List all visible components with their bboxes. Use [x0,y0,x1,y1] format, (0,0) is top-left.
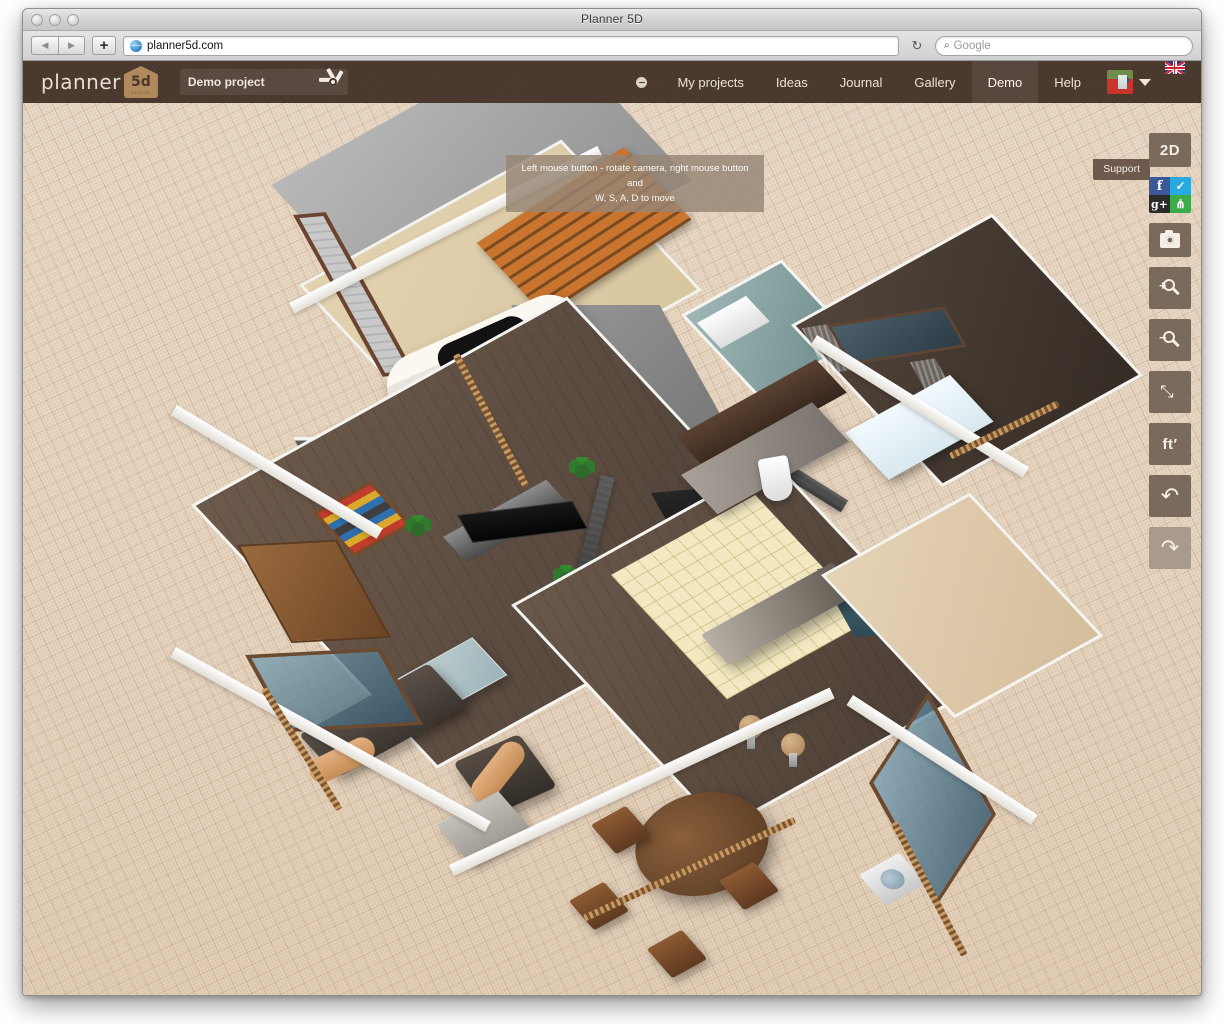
forward-button[interactable]: ▶ [58,36,85,55]
nav-item-ideas[interactable]: Ideas [760,61,824,103]
units-button[interactable]: ft′ [1149,423,1191,465]
twitter-icon[interactable]: ✓ [1170,177,1191,195]
logo-badge-text: 5d [131,74,151,90]
hint-line-2: W, S, A, D to move [514,191,756,206]
screenshot-button[interactable] [1149,223,1191,257]
nav-item-help[interactable]: Help [1038,61,1097,103]
viewport-toolbar: 2D f ✓ g+ ⋔ + [1149,133,1191,569]
redo-icon: ↷ [1161,537,1179,559]
units-label: ft′ [1162,436,1177,453]
home-dot-icon [636,77,647,88]
googleplus-icon[interactable]: g+ [1149,195,1170,213]
facebook-icon[interactable]: f [1149,177,1170,195]
user-account-menu[interactable] [1097,61,1157,103]
project-name-text: Demo project [188,75,265,89]
camera-icon [1160,233,1180,248]
globe-icon [130,40,142,52]
nav-item-gallery[interactable]: Gallery [898,61,971,103]
browser-search-input[interactable]: ⌕ Google [935,36,1193,56]
browser-window: Planner 5D ◀ ▶ + planner5d.com ↻ ⌕ Googl… [22,8,1202,996]
planner5d-logo[interactable]: planner 5d DESIGN [41,66,158,98]
gear-core [329,78,337,86]
nav-item-journal[interactable]: Journal [824,61,899,103]
fullscreen-icon: ⤡ [1160,382,1180,402]
view-2d-button[interactable]: 2D [1149,133,1191,167]
dining-chair[interactable] [647,930,707,979]
undo-icon: ↶ [1161,485,1179,507]
zoom-out-button[interactable]: − [1149,319,1191,361]
nav-button-group: ◀ ▶ [31,36,85,55]
minus-sign: − [1159,332,1167,344]
back-button[interactable]: ◀ [31,36,58,55]
logo-house-badge: 5d DESIGN [124,66,158,98]
new-tab-button[interactable]: + [92,36,116,55]
app-header: planner 5d DESIGN Demo project [23,61,1201,103]
plant-icon[interactable] [405,515,431,541]
zoom-in-button[interactable]: + [1149,267,1191,309]
logo-wordmark: planner [41,70,121,94]
social-share-group[interactable]: f ✓ g+ ⋔ [1149,177,1191,213]
main-navigation: My projects Ideas Journal Gallery Demo H… [622,61,1201,103]
magnifier-handle [1172,340,1180,348]
floorplan-model [181,175,1061,996]
avatar [1107,70,1133,94]
bar-stool[interactable] [781,733,805,757]
logo-badge-subtext: DESIGN [131,91,150,95]
plus-sign: + [1159,280,1167,292]
browser-titlebar: Planner 5D [23,9,1201,31]
browser-toolbar: ◀ ▶ + planner5d.com ↻ ⌕ Google [23,31,1201,61]
gear-icon[interactable] [326,75,340,89]
flag-stripe [1174,61,1176,74]
undo-button[interactable]: ↶ [1149,475,1191,517]
chevron-down-icon [1139,79,1151,86]
nav-item-home[interactable] [622,61,661,103]
project-name-field[interactable]: Demo project [180,69,348,95]
magnifier-handle [1172,288,1180,296]
nav-item-my-projects[interactable]: My projects [661,61,759,103]
plant-icon[interactable] [569,457,595,483]
search-placeholder: Google [954,40,991,52]
share-icon[interactable]: ⋔ [1170,195,1191,213]
camera-controls-hint: Left mouse button - rotate camera, right… [506,155,764,212]
search-icon: ⌕ [944,40,950,51]
redo-button[interactable]: ↷ [1149,527,1191,569]
nav-item-demo[interactable]: Demo [972,61,1039,103]
dining-chair[interactable] [569,882,629,931]
support-tab[interactable]: Support [1093,159,1150,180]
view-2d-label: 2D [1160,142,1180,159]
fullscreen-button[interactable]: ⤡ [1149,371,1191,413]
reload-icon[interactable]: ↻ [906,36,928,56]
address-bar[interactable]: planner5d.com [123,36,899,56]
url-text: planner5d.com [147,40,223,52]
zoom-out-icon: − [1160,330,1180,350]
hint-line-1: Left mouse button - rotate camera, right… [514,161,756,191]
3d-viewport-canvas[interactable] [23,103,1201,996]
planner5d-app: planner 5d DESIGN Demo project [23,61,1201,996]
window-title: Planner 5D [23,12,1201,26]
uk-flag-icon[interactable] [1165,61,1185,74]
zoom-in-icon: + [1160,278,1180,298]
